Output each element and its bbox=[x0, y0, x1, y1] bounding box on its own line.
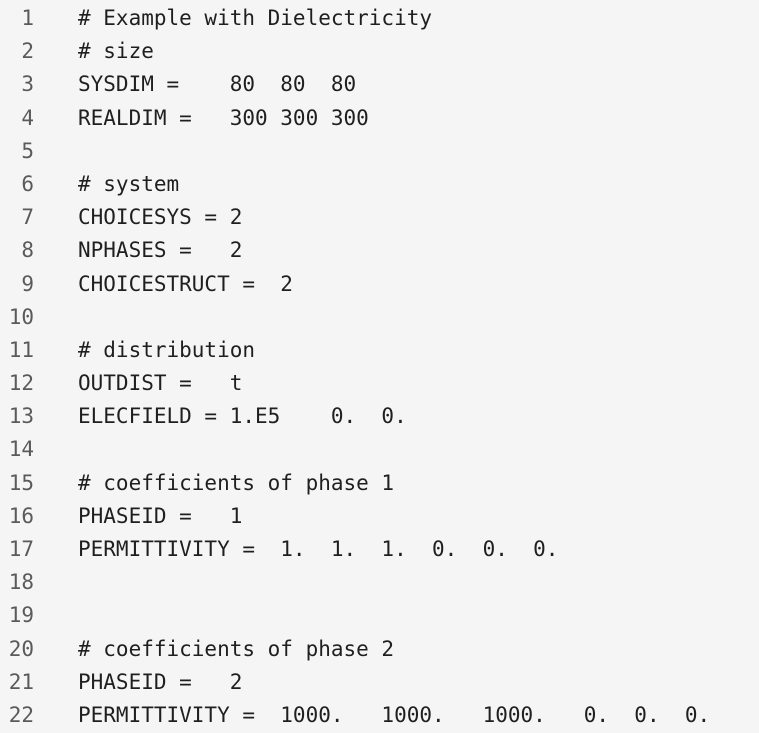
line-text: # distribution bbox=[78, 337, 256, 362]
code-line: 12 OUTDIST = t bbox=[0, 367, 759, 400]
code-line: 15 # coefficients of phase 1 bbox=[0, 467, 759, 500]
line-text: CHOICESYS = 2 bbox=[78, 205, 243, 230]
code-line: 20 # coefficients of phase 2 bbox=[0, 633, 759, 666]
line-text: PERMITTIVITY = 1. 1. 1. 0. 0. 0. bbox=[78, 537, 559, 561]
code-line: 21 PHASEID = 2 bbox=[0, 666, 759, 699]
line-text: # size bbox=[78, 39, 154, 64]
code-line: 1 # Example with Dielectricity bbox=[0, 2, 759, 35]
line-text: ELECFIELD = 1.E5 0. 0. bbox=[78, 404, 407, 429]
line-number: 18 bbox=[8, 570, 34, 595]
line-text: NPHASES = 2 bbox=[78, 238, 243, 263]
code-line: 4 REALDIM = 300 300 300 bbox=[0, 102, 759, 135]
line-number: 10 bbox=[8, 304, 34, 329]
line-number: 5 bbox=[21, 138, 34, 163]
code-line: 2 # size bbox=[0, 35, 759, 68]
code-line: 10 bbox=[0, 301, 759, 334]
line-number: 19 bbox=[8, 603, 34, 628]
line-number: 13 bbox=[8, 404, 34, 429]
line-text: # system bbox=[78, 171, 180, 196]
line-number: 4 bbox=[21, 105, 34, 130]
line-number: 7 bbox=[21, 205, 34, 230]
code-line: 18 bbox=[0, 566, 759, 599]
line-number: 20 bbox=[8, 636, 34, 661]
line-number: 6 bbox=[21, 171, 34, 196]
line-number: 16 bbox=[8, 503, 34, 528]
code-line: 9 CHOICESTRUCT = 2 bbox=[0, 268, 759, 301]
line-text: CHOICESTRUCT = 2 bbox=[78, 271, 293, 296]
code-line: 5 bbox=[0, 135, 759, 168]
code-line: 11 # distribution bbox=[0, 334, 759, 367]
code-line: 14 bbox=[0, 433, 759, 466]
code-line: 22 PERMITTIVITY = 1000. 1000. 1000. 0. 0.… bbox=[0, 699, 759, 732]
line-text: PHASEID = 2 bbox=[78, 669, 243, 694]
line-text: # Example with Dielectricity bbox=[78, 6, 433, 30]
line-text: SYSDIM = 80 80 80 bbox=[78, 72, 357, 97]
line-text: PERMITTIVITY = 1000. 1000. 1000. 0. 0. 0… bbox=[78, 702, 711, 727]
code-line: 8 NPHASES = 2 bbox=[0, 234, 759, 267]
code-block: 1 # Example with Dielectricity 2 # size 3 S… bbox=[0, 2, 759, 732]
line-text: OUTDIST = t bbox=[78, 371, 243, 396]
line-text: # coefficients of phase 1 bbox=[78, 470, 395, 495]
line-text: REALDIM = 300 300 300 bbox=[78, 105, 369, 130]
code-line: 3 SYSDIM = 80 80 80 bbox=[0, 68, 759, 101]
line-number: 15 bbox=[8, 470, 34, 495]
line-number: 21 bbox=[8, 669, 34, 694]
line-number: 17 bbox=[8, 537, 34, 561]
code-line: 19 bbox=[0, 599, 759, 632]
line-number: 9 bbox=[21, 271, 34, 296]
line-text: # coefficients of phase 2 bbox=[78, 636, 395, 661]
line-number: 8 bbox=[21, 238, 34, 263]
code-line: 7 CHOICESYS = 2 bbox=[0, 201, 759, 234]
code-line: 16 PHASEID = 1 bbox=[0, 500, 759, 533]
code-line: 13 ELECFIELD = 1.E5 0. 0. bbox=[0, 400, 759, 433]
line-number: 14 bbox=[8, 437, 34, 462]
line-number: 1 bbox=[21, 6, 34, 30]
line-text: PHASEID = 1 bbox=[78, 503, 243, 528]
line-number: 2 bbox=[21, 39, 34, 64]
line-number: 12 bbox=[8, 371, 34, 396]
line-number: 3 bbox=[21, 72, 34, 97]
line-number: 11 bbox=[8, 337, 34, 362]
code-line: 6 # system bbox=[0, 168, 759, 201]
code-line: 17 PERMITTIVITY = 1. 1. 1. 0. 0. 0. bbox=[0, 533, 759, 566]
line-number: 22 bbox=[8, 702, 34, 727]
